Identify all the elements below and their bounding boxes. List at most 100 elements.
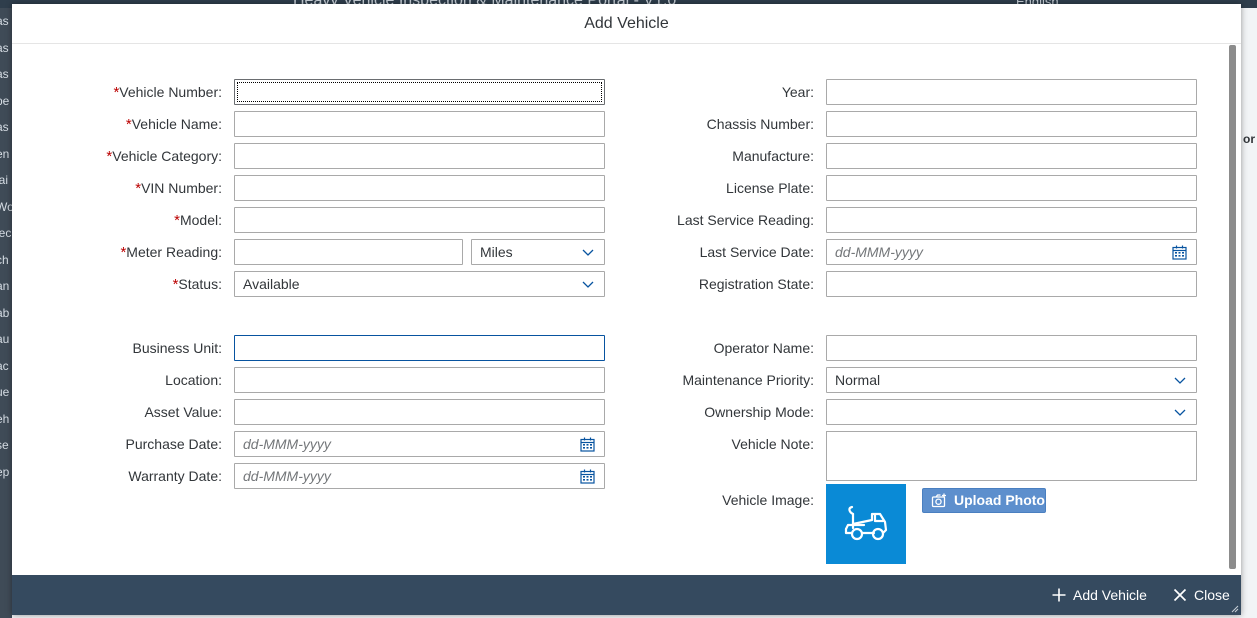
operator-name-label: Operator Name: [713, 340, 814, 356]
registration-state-input[interactable] [826, 271, 1197, 297]
nav-fragment: as [0, 40, 9, 55]
last-service-date-picker[interactable]: dd-MMM-yyyy [826, 239, 1197, 265]
manufacture-input[interactable] [826, 143, 1197, 169]
nav-fragment: lai [0, 173, 9, 187]
purchase-date-label: Purchase Date: [125, 436, 223, 452]
license-plate-input[interactable] [826, 175, 1197, 201]
last-service-date-label: Last Service Date: [699, 244, 814, 260]
location-input[interactable] [234, 367, 605, 393]
upload-photo-button[interactable]: Upload Photo [922, 488, 1046, 513]
vehicle-number-input[interactable] [234, 79, 605, 105]
asset-value-label: Asset Value: [144, 404, 222, 420]
vehicle-name-label: *Vehicle Name: [32, 111, 222, 138]
calendar-icon[interactable] [1172, 245, 1187, 260]
location-label: Location: [165, 372, 222, 388]
ownership-mode-select[interactable] [826, 399, 1197, 425]
add-vehicle-label: Add Vehicle [1073, 587, 1147, 603]
nav-fragment: ab [0, 305, 10, 320]
chevron-down-icon[interactable] [582, 246, 594, 258]
nav-fragment: as [0, 14, 9, 28]
status-select[interactable]: Available [234, 271, 605, 297]
nav-fragment: lec [0, 226, 12, 240]
vehicle-category-input[interactable] [234, 143, 605, 169]
calendar-icon[interactable] [580, 437, 595, 452]
status-value: Available [243, 276, 300, 292]
chevron-down-icon[interactable] [1174, 406, 1186, 418]
year-label: Year: [781, 84, 814, 100]
warranty-date-picker[interactable]: dd-MMM-yyyy [234, 463, 605, 489]
nav-fragment: se [0, 438, 9, 452]
nav-fragment: ch [0, 252, 9, 267]
close-icon [1173, 588, 1187, 602]
status-label: *Status: [32, 271, 222, 298]
vehicle-image-placeholder [826, 484, 906, 564]
label-text: Model: [179, 212, 222, 228]
chassis-number-input[interactable] [826, 111, 1197, 137]
date-placeholder: dd-MMM-yyyy [243, 468, 331, 484]
label-text: Vehicle Number: [119, 84, 222, 100]
ownership-mode-label: Ownership Mode: [704, 404, 814, 420]
meter-reading-input[interactable] [234, 239, 463, 265]
background-right-fragment: or [1243, 132, 1255, 146]
last-service-reading-input[interactable] [826, 207, 1197, 233]
meter-unit-value: Miles [480, 244, 513, 260]
close-button[interactable]: Close [1172, 575, 1236, 615]
maintenance-priority-select[interactable]: Normal [826, 367, 1197, 393]
vin-number-input[interactable] [234, 175, 605, 201]
label-text: Vehicle Category: [112, 148, 222, 164]
plus-icon [1052, 588, 1066, 602]
nav-fragment: as [0, 67, 9, 81]
model-input[interactable] [234, 207, 605, 233]
nav-fragment: Wo [0, 199, 12, 214]
business-unit-input[interactable] [234, 335, 605, 361]
chevron-down-icon[interactable] [1174, 374, 1186, 386]
nav-fragment: eh [0, 411, 10, 426]
asset-value-input[interactable] [234, 399, 605, 425]
background-right-panel: or [1241, 8, 1257, 618]
add-vehicle-button[interactable]: Add Vehicle [1050, 575, 1150, 615]
meter-unit-select[interactable]: Miles [471, 239, 605, 265]
vehicle-name-input[interactable] [234, 111, 605, 137]
maintenance-priority-label: Maintenance Priority: [682, 372, 814, 388]
upload-photo-label: Upload Photo [954, 492, 1045, 508]
business-unit-label: Business Unit: [132, 340, 222, 356]
calendar-icon[interactable] [580, 469, 595, 484]
tow-truck-icon [844, 505, 888, 541]
nav-fragment: ue [0, 385, 10, 399]
chevron-down-icon[interactable] [582, 278, 594, 290]
manufacture-label: Manufacture: [732, 148, 814, 164]
nav-fragment: an [0, 279, 10, 293]
purchase-date-picker[interactable]: dd-MMM-yyyy [234, 431, 605, 457]
nav-fragment: au [0, 332, 10, 346]
dialog-title: Add Vehicle [12, 4, 1241, 44]
vehicle-number-label: *Vehicle Number: [32, 79, 222, 106]
label-text: Meter Reading: [126, 244, 222, 260]
add-vehicle-dialog: Add Vehicle *Vehicle Number: *Vehicle Na… [12, 4, 1241, 615]
vehicle-image-label: Vehicle Image: [722, 492, 814, 508]
background-left-nav: as as as pe as en lai Wo lec ch an ab au… [0, 8, 12, 618]
vehicle-note-label: Vehicle Note: [731, 436, 815, 452]
last-service-reading-label: Last Service Reading: [677, 212, 814, 228]
nav-fragment: en [0, 146, 10, 161]
date-placeholder: dd-MMM-yyyy [835, 244, 923, 260]
nav-fragment: as [0, 120, 9, 134]
license-plate-label: License Plate: [726, 180, 814, 196]
dialog-scrollbar-thumb[interactable] [1229, 45, 1236, 569]
camera-add-icon [931, 493, 946, 508]
nav-fragment: ac [0, 358, 9, 373]
operator-name-input[interactable] [826, 335, 1197, 361]
nav-fragment: pe [0, 93, 10, 108]
year-input[interactable] [826, 79, 1197, 105]
vehicle-category-label: *Vehicle Category: [32, 143, 222, 170]
date-placeholder: dd-MMM-yyyy [243, 436, 331, 452]
resize-grip-icon[interactable] [1231, 605, 1239, 613]
registration-state-label: Registration State: [698, 276, 814, 292]
meter-reading-label: *Meter Reading: [32, 239, 222, 266]
label-text: Vehicle Name: [131, 116, 222, 132]
label-text: Status: [178, 276, 222, 292]
chassis-number-label: Chassis Number: [706, 116, 814, 132]
close-label: Close [1194, 587, 1230, 603]
vehicle-note-textarea[interactable] [826, 431, 1197, 481]
warranty-date-label: Warranty Date: [128, 468, 222, 484]
model-label: *Model: [32, 207, 222, 234]
